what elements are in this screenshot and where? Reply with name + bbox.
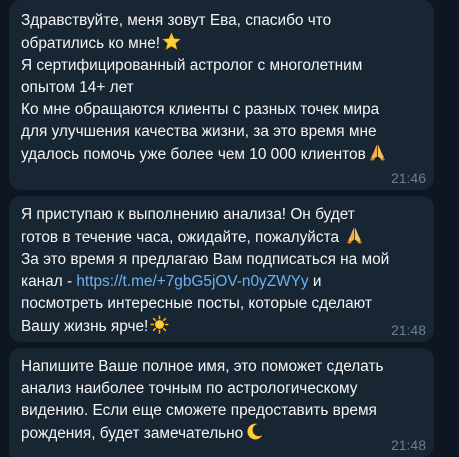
channel-link[interactable]: https://t.me/+7gbG5jOV-n0yZWYy: [76, 273, 308, 290]
message-line: Ко мне обращаются клиенты с разных точек…: [21, 101, 380, 118]
message-line: За это время я предлагаю Вам подписаться…: [21, 251, 390, 268]
message-line: канал -: [21, 273, 77, 290]
message-bubble[interactable]: Напишите Ваше полное имя, это поможет сд…: [9, 348, 434, 457]
message-bubble[interactable]: Здравствуйте, меня зовут Ева, спасибо чт…: [9, 0, 434, 190]
message-line: опытом 14+ лет: [21, 79, 134, 96]
sun-emoji-icon: [150, 315, 169, 334]
message-line: готов в течение часа, ожидайте, пожалуйс…: [21, 229, 340, 246]
message-time: 21:48: [390, 437, 426, 453]
chat-history: Здравствуйте, меня зовут Ева, спасибо чт…: [0, 0, 459, 457]
message-line: Напишите Ваше полное имя, это поможет сд…: [21, 358, 384, 375]
message-line: Я приступаю к выполнению анализа! Он буд…: [21, 206, 355, 223]
message-line: рождения, будет замечательно: [21, 425, 244, 442]
message-line: Здравствуйте, меня зовут Ева, спасибо чт…: [21, 12, 332, 29]
message-text: Здравствуйте, меня зовут Ева, спасибо чт…: [21, 10, 422, 166]
message-line: анализ наиболее точным по астрологическо…: [21, 380, 358, 397]
folded-hands-emoji-icon: [347, 227, 362, 244]
message-line: для улучшения качества жизни, за это вре…: [21, 123, 377, 140]
message-bubble[interactable]: Я приступаю к выполнению анализа! Он буд…: [9, 196, 434, 342]
message-time: 21:48: [390, 322, 426, 338]
message-line: удалось помочь уже более чем 10 000 клие…: [21, 146, 366, 163]
folded-hands-emoji-icon: [370, 144, 385, 161]
message-line: Вашу жизнь ярче!: [21, 318, 149, 335]
message-line: обратились ко мне!: [21, 35, 161, 52]
message-line: и: [308, 273, 322, 290]
message-time: 21:46: [390, 170, 426, 186]
message-line: видению. Если еще сможете предоставить в…: [21, 402, 377, 419]
message-text: Напишите Ваше полное имя, это поможет сд…: [21, 356, 422, 445]
message-line: посмотреть интересные посты, которые сде…: [21, 295, 372, 312]
message-line: Я сертифицированный астролог с многолетн…: [21, 57, 363, 74]
crescent-moon-emoji-icon: [247, 423, 263, 440]
star-emoji-icon: [162, 32, 181, 50]
message-text: Я приступаю к выполнению анализа! Он буд…: [21, 204, 422, 338]
